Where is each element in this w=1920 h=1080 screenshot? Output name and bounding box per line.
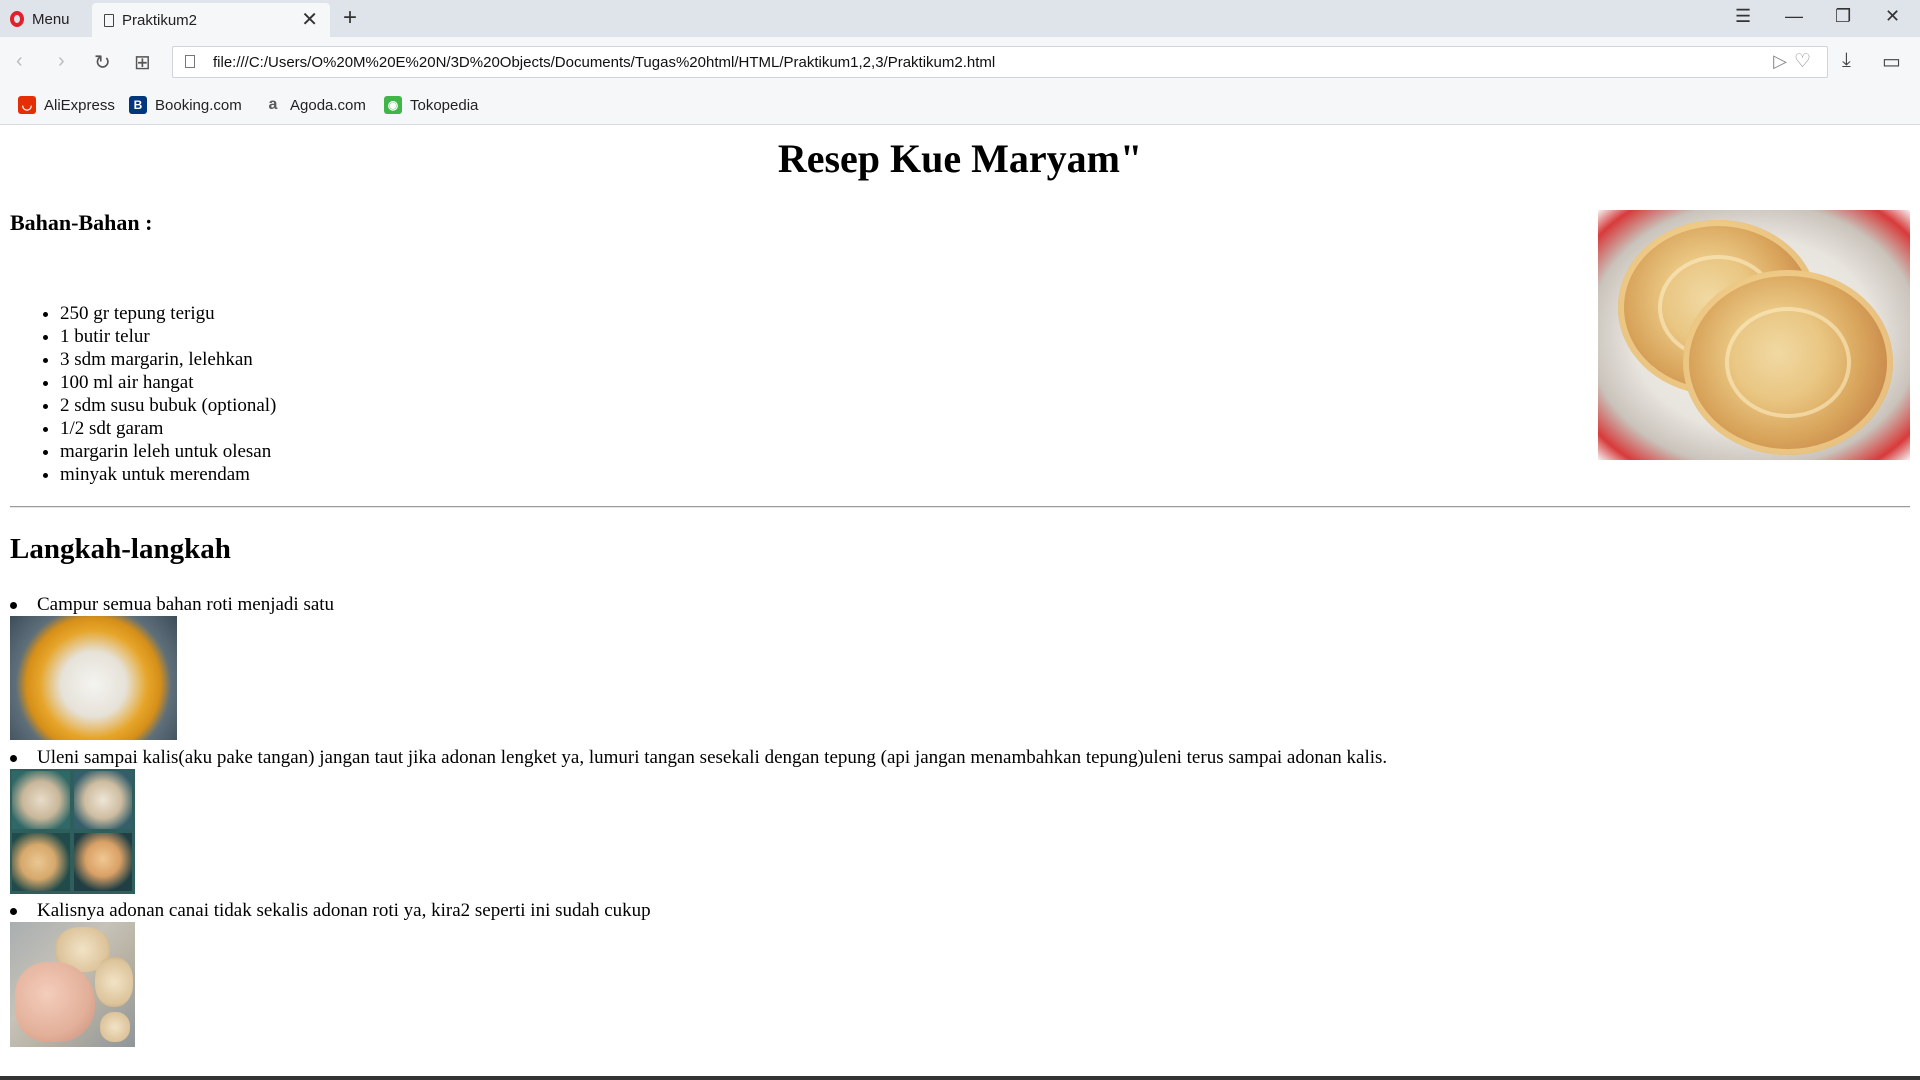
bookmark-label: Agoda.com [290, 96, 366, 114]
step-photo-knead [10, 769, 135, 894]
bullet [10, 602, 17, 609]
minimize-icon[interactable]: — [1785, 6, 1803, 27]
bookmark-label: Tokopedia [410, 96, 479, 114]
ingredient-item: margarin leleh untuk olesan [60, 440, 276, 463]
ingredient-item: minyak untuk merendam [60, 463, 276, 486]
bookmark-agoda[interactable]: a Agoda.com [264, 96, 366, 114]
back-icon[interactable]: ‹ [16, 50, 23, 73]
kue-maryam-photo [1598, 210, 1910, 460]
close-window-icon[interactable]: ✕ [1885, 6, 1900, 27]
bookmark-aliexpress[interactable]: ◡ AliExpress [18, 96, 115, 114]
url-text[interactable]: file:///C:/Users/O%20M%20E%20N/3D%20Obje… [213, 54, 995, 71]
bookmarks-bar: ◡ AliExpress B Booking.com a Agoda.com ◉… [0, 87, 1920, 125]
bullet [10, 755, 17, 762]
page-icon [104, 13, 114, 27]
ingredient-item: 1/2 sdt garam [60, 417, 276, 440]
bullet [10, 908, 17, 915]
ingredient-item: 3 sdm margarin, lelehkan [60, 348, 276, 371]
ingredients-list: 250 gr tepung terigu 1 butir telur 3 sdm… [0, 302, 276, 486]
reload-icon[interactable]: ↻ [94, 50, 111, 75]
address-bar[interactable]: file:///C:/Users/O%20M%20E%20N/3D%20Obje… [172, 46, 1828, 78]
aliexpress-icon: ◡ [18, 96, 36, 114]
ingredient-item: 1 butir telur [60, 325, 276, 348]
bookmark-label: Booking.com [155, 96, 242, 114]
bookmark-heart-icon[interactable]: ♡ [1794, 50, 1811, 73]
menu-label: Menu [32, 10, 70, 28]
bread-shape [1683, 270, 1893, 455]
new-tab-icon[interactable]: + [343, 4, 357, 32]
page-bottom-border [0, 1076, 1920, 1080]
tab-praktikum2[interactable]: Praktikum2 ✕ [92, 3, 330, 37]
forward-icon[interactable]: › [58, 50, 65, 73]
step-text: Kalisnya adonan canai tidak sekalis adon… [37, 900, 651, 921]
close-tab-icon[interactable]: ✕ [301, 10, 318, 30]
step-text: Uleni sampai kalis(aku pake tangan) jang… [37, 747, 1388, 768]
booking-icon: B [129, 96, 147, 114]
opera-logo-icon [10, 11, 24, 27]
tab-title: Praktikum2 [122, 11, 198, 29]
steps-heading: Langkah-langkah [10, 533, 231, 565]
tiles-icon[interactable]: ⊞ [134, 50, 151, 75]
tab-bar: Menu Praktikum2 ✕ + ☰ — ❐ ✕ [0, 0, 1920, 37]
restore-icon[interactable]: ❐ [1835, 6, 1851, 27]
bookmark-tokopedia[interactable]: ◉ Tokopedia [384, 96, 478, 114]
file-icon [185, 55, 195, 68]
page-title: Resep Kue Maryam" [777, 136, 1143, 181]
bookmark-label: AliExpress [44, 96, 115, 114]
tab-menu-icon[interactable]: ☰ [1735, 6, 1751, 27]
address-bar-row: ‹ › ↻ ⊞ file:///C:/Users/O%20M%20E%20N/3… [0, 37, 1920, 87]
page-content: Resep Kue Maryam" Bahan-Bahan : 250 gr t… [0, 125, 1920, 1080]
tokopedia-icon: ◉ [384, 96, 402, 114]
ingredient-item: 2 sdm susu bubuk (optional) [60, 394, 276, 417]
opera-menu-button[interactable]: Menu [10, 9, 70, 29]
bookmark-booking[interactable]: B Booking.com [129, 96, 242, 114]
download-icon[interactable]: ⤓ [1842, 49, 1851, 72]
battery-icon[interactable]: ▭ [1882, 49, 1901, 74]
horizontal-divider [10, 506, 1910, 508]
send-icon[interactable]: ▷ [1773, 51, 1787, 72]
step-photo-dough [10, 922, 135, 1047]
ingredients-heading: Bahan-Bahan : [10, 210, 153, 235]
ingredient-item: 100 ml air hangat [60, 371, 276, 394]
step-photo-mix [10, 616, 177, 740]
step-text: Campur semua bahan roti menjadi satu [37, 594, 335, 615]
ingredient-item: 250 gr tepung terigu [60, 302, 276, 325]
agoda-icon: a [268, 96, 278, 113]
